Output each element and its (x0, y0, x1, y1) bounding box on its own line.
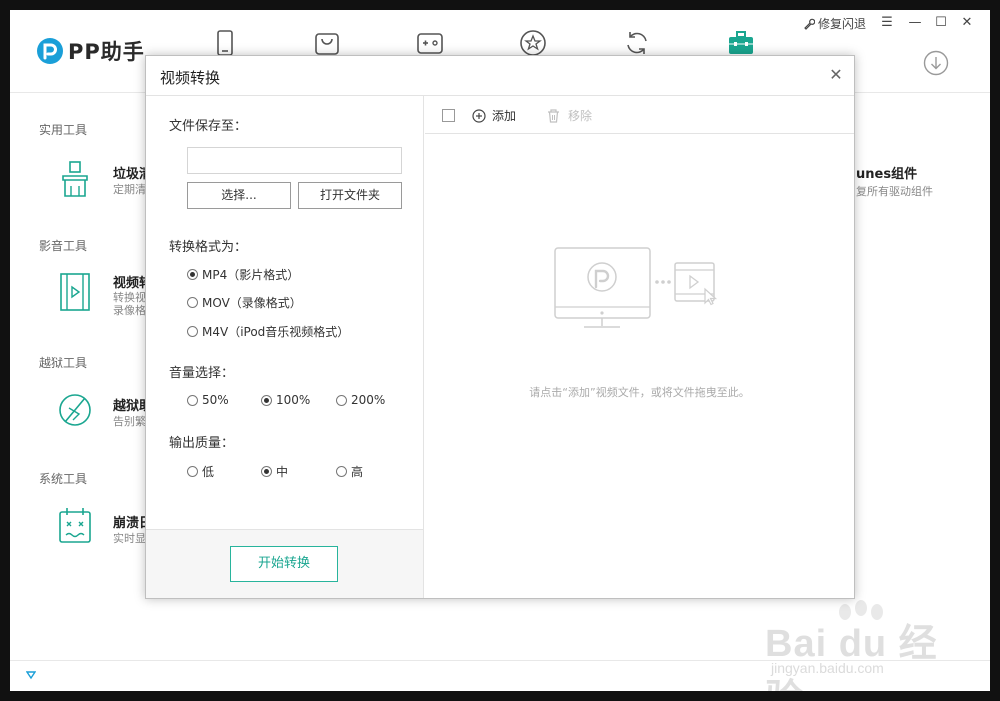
radio-checked[interactable] (187, 269, 198, 280)
volume-option-200[interactable]: 200% (336, 393, 385, 407)
nav-sync[interactable] (622, 28, 652, 58)
expand-down-icon[interactable] (26, 670, 36, 680)
format-option-label: MP4（影片格式） (202, 268, 300, 282)
crash-log-icon (59, 508, 91, 543)
volume-label: 音量选择： (169, 366, 235, 381)
volume-option-label: 200% (351, 393, 386, 407)
dialog-header: 视频转换 ✕ (146, 56, 854, 96)
jailbreak-icon (59, 394, 91, 426)
trash-icon (548, 108, 559, 123)
tool-desc: 实时显 (113, 532, 146, 545)
format-option-label: M4V（iPod音乐视频格式） (202, 325, 350, 339)
app-window: PP助手 修复闪退 ☰ — ☐ ✕ 实用工具 垃圾清 定期清 影音工具 视频转 … (10, 10, 990, 691)
format-option-label: MOV（录像格式） (202, 296, 302, 310)
repair-crash-button[interactable]: 修复闪退 (803, 15, 866, 32)
radio-unchecked[interactable] (187, 297, 198, 308)
minimize-icon[interactable]: — (906, 14, 924, 32)
apps-icon (315, 33, 339, 55)
choose-folder-button[interactable]: 选择... (187, 182, 291, 209)
format-option-mp4[interactable]: MP4（影片格式） (187, 266, 299, 283)
start-convert-button[interactable]: 开始转换 (230, 546, 338, 582)
watermark-brand: Bai du 经验 (765, 623, 938, 691)
brush-icon (62, 161, 88, 197)
category-title: 系统工具 (39, 472, 88, 486)
watermark-site: jingyan.baidu.com (771, 660, 884, 676)
format-option-mov[interactable]: MOV（录像格式） (187, 294, 302, 311)
settings-panel: 文件保存至： 选择... 打开文件夹 转换格式为： MP4（影片格式） MOV（… (146, 96, 424, 598)
toolbox-icon (729, 31, 753, 54)
close-icon[interactable]: ✕ (829, 67, 843, 83)
category-title: 实用工具 (39, 123, 88, 137)
baidu-watermark: Bai du 经验 jingyan.baidu.com (765, 600, 965, 691)
radio-checked[interactable] (261, 466, 272, 477)
add-file-label: 添加 (492, 109, 517, 123)
dialog-title: 视频转换 (160, 69, 221, 87)
nav-apps[interactable] (312, 28, 342, 58)
repair-crash-label: 修复闪退 (818, 17, 867, 31)
wrench-icon (804, 18, 815, 30)
favorites-icon (520, 30, 546, 56)
maximize-icon[interactable]: ☐ (932, 14, 950, 32)
volume-option-100[interactable]: 100% (261, 393, 310, 407)
quality-label: 输出质量： (169, 436, 235, 451)
tool-desc: 录像格 (113, 304, 146, 317)
volume-option-label: 100% (276, 393, 311, 407)
remove-file-button[interactable]: 移除 (547, 107, 592, 124)
settings-footer: 开始转换 (146, 529, 423, 598)
quality-option-high[interactable]: 高 (336, 463, 363, 480)
radio-unchecked[interactable] (187, 326, 198, 337)
category-title: 越狱工具 (39, 356, 88, 370)
open-folder-button[interactable]: 打开文件夹 (298, 182, 402, 209)
select-all-checkbox[interactable] (442, 109, 455, 122)
tool-desc: 定期清 (113, 183, 146, 196)
format-label: 转换格式为： (169, 240, 248, 255)
pp-logo-icon (37, 38, 63, 64)
save-path-field[interactable] (187, 147, 402, 174)
quality-option-label: 中 (276, 465, 289, 479)
quality-option-label: 低 (202, 465, 215, 479)
radio-unchecked[interactable] (336, 394, 347, 406)
file-list-toolbar: 添加 移除 (425, 96, 854, 134)
nav-games[interactable] (415, 28, 445, 58)
radio-unchecked[interactable] (187, 394, 198, 406)
file-list-panel[interactable]: 添加 移除 请点击“添加”视频文件，或将文件拖曳至此。 (425, 96, 854, 598)
add-file-button[interactable]: 添加 (472, 107, 516, 124)
quality-option-low[interactable]: 低 (187, 463, 214, 480)
video-convert-dialog: 视频转换 ✕ 文件保存至： 选择... 打开文件夹 转换格式为： MP4（影片格… (145, 55, 855, 599)
nav-device[interactable] (210, 28, 240, 58)
download-icon[interactable] (923, 50, 949, 76)
save-to-label: 文件保存至： (169, 119, 248, 134)
nav-favorites[interactable] (518, 28, 548, 58)
quality-option-medium[interactable]: 中 (261, 463, 288, 480)
close-window-icon[interactable]: ✕ (958, 14, 976, 32)
nav-toolbox[interactable] (726, 28, 756, 58)
device-icon (217, 30, 233, 56)
games-icon (417, 33, 443, 54)
radio-unchecked[interactable] (336, 466, 347, 477)
empty-state-illustration (554, 247, 718, 328)
empty-state-hint: 请点击“添加”视频文件，或将文件拖曳至此。 (529, 386, 750, 399)
radio-unchecked[interactable] (187, 466, 198, 477)
plus-circle-icon (472, 108, 486, 123)
radio-checked[interactable] (261, 394, 272, 406)
quality-option-label: 高 (351, 465, 364, 479)
tool-desc: 转换视 (113, 291, 146, 304)
tool-desc: 告别繁 (113, 415, 146, 428)
volume-option-50[interactable]: 50% (187, 393, 229, 407)
remove-file-label: 移除 (568, 109, 593, 123)
menu-icon[interactable]: ☰ (878, 14, 896, 32)
tool-desc: 复所有驱动组件 (856, 185, 933, 198)
app-title: PP助手 (68, 40, 145, 64)
tool-itunes-components[interactable]: unes组件 (856, 163, 917, 182)
format-option-m4v[interactable]: M4V（iPod音乐视频格式） (187, 323, 349, 340)
sync-icon (627, 32, 647, 54)
app-logo: PP助手 (36, 36, 145, 66)
video-file-icon (60, 273, 90, 311)
volume-option-label: 50% (202, 393, 229, 407)
category-title: 影音工具 (39, 239, 88, 253)
